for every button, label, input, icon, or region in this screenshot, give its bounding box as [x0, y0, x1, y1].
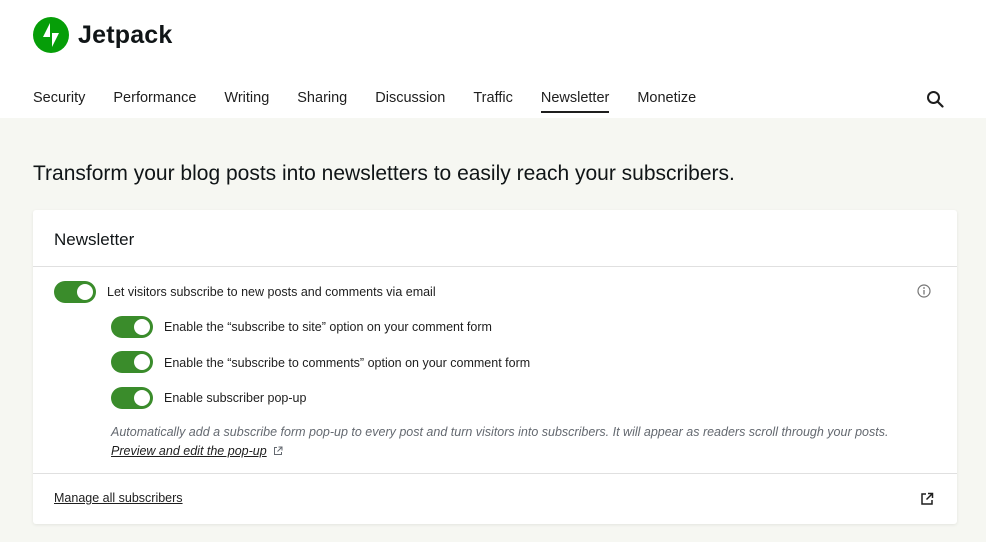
- info-icon[interactable]: [917, 284, 931, 298]
- page-headline: Transform your blog posts into newslette…: [33, 162, 735, 185]
- section-nav: Security Performance Writing Sharing Dis…: [33, 90, 724, 113]
- popup-help-description: Automatically add a subscribe form pop-u…: [111, 425, 889, 439]
- external-link-icon: [273, 443, 283, 462]
- card-title: Newsletter: [54, 230, 135, 249]
- subscribe-to-comments-toggle[interactable]: [111, 351, 153, 373]
- search-icon[interactable]: [926, 90, 944, 108]
- preview-popup-link[interactable]: Preview and edit the pop-up: [111, 444, 267, 458]
- manage-subscribers-link[interactable]: Manage all subscribers: [54, 491, 183, 505]
- tab-writing[interactable]: Writing: [224, 90, 269, 113]
- subscriber-popup-label: Enable subscriber pop-up: [164, 391, 307, 405]
- jetpack-bolt-icon: [33, 17, 69, 53]
- tab-sharing[interactable]: Sharing: [297, 90, 347, 113]
- external-link-icon[interactable]: [920, 492, 934, 506]
- tab-newsletter[interactable]: Newsletter: [540, 90, 609, 113]
- tab-performance[interactable]: Performance: [113, 90, 196, 113]
- masthead: Jetpack Security Performance Writing Sha…: [0, 0, 986, 118]
- subscribe-toggle-label: Let visitors subscribe to new posts and …: [107, 285, 436, 299]
- newsletter-card: Newsletter Let visitors subscribe to new…: [33, 210, 957, 524]
- card-header-divider: [33, 266, 957, 267]
- tab-traffic[interactable]: Traffic: [473, 90, 512, 113]
- subscribe-to-site-label: Enable the “subscribe to site” option on…: [164, 320, 492, 334]
- tab-discussion[interactable]: Discussion: [375, 90, 445, 113]
- popup-help-text: Automatically add a subscribe form pop-u…: [111, 423, 911, 462]
- subscribe-to-site-toggle[interactable]: [111, 316, 153, 338]
- logo-text: Jetpack: [78, 20, 173, 49]
- subscriber-popup-toggle[interactable]: [111, 387, 153, 409]
- tab-monetize[interactable]: Monetize: [637, 90, 696, 113]
- settings-area: Transform your blog posts into newslette…: [0, 118, 986, 542]
- jetpack-logo[interactable]: Jetpack: [33, 17, 173, 53]
- card-footer-divider: [33, 473, 957, 474]
- subscribe-to-comments-label: Enable the “subscribe to comments” optio…: [164, 356, 531, 370]
- tab-security[interactable]: Security: [33, 90, 85, 113]
- subscribe-toggle[interactable]: [54, 281, 96, 303]
